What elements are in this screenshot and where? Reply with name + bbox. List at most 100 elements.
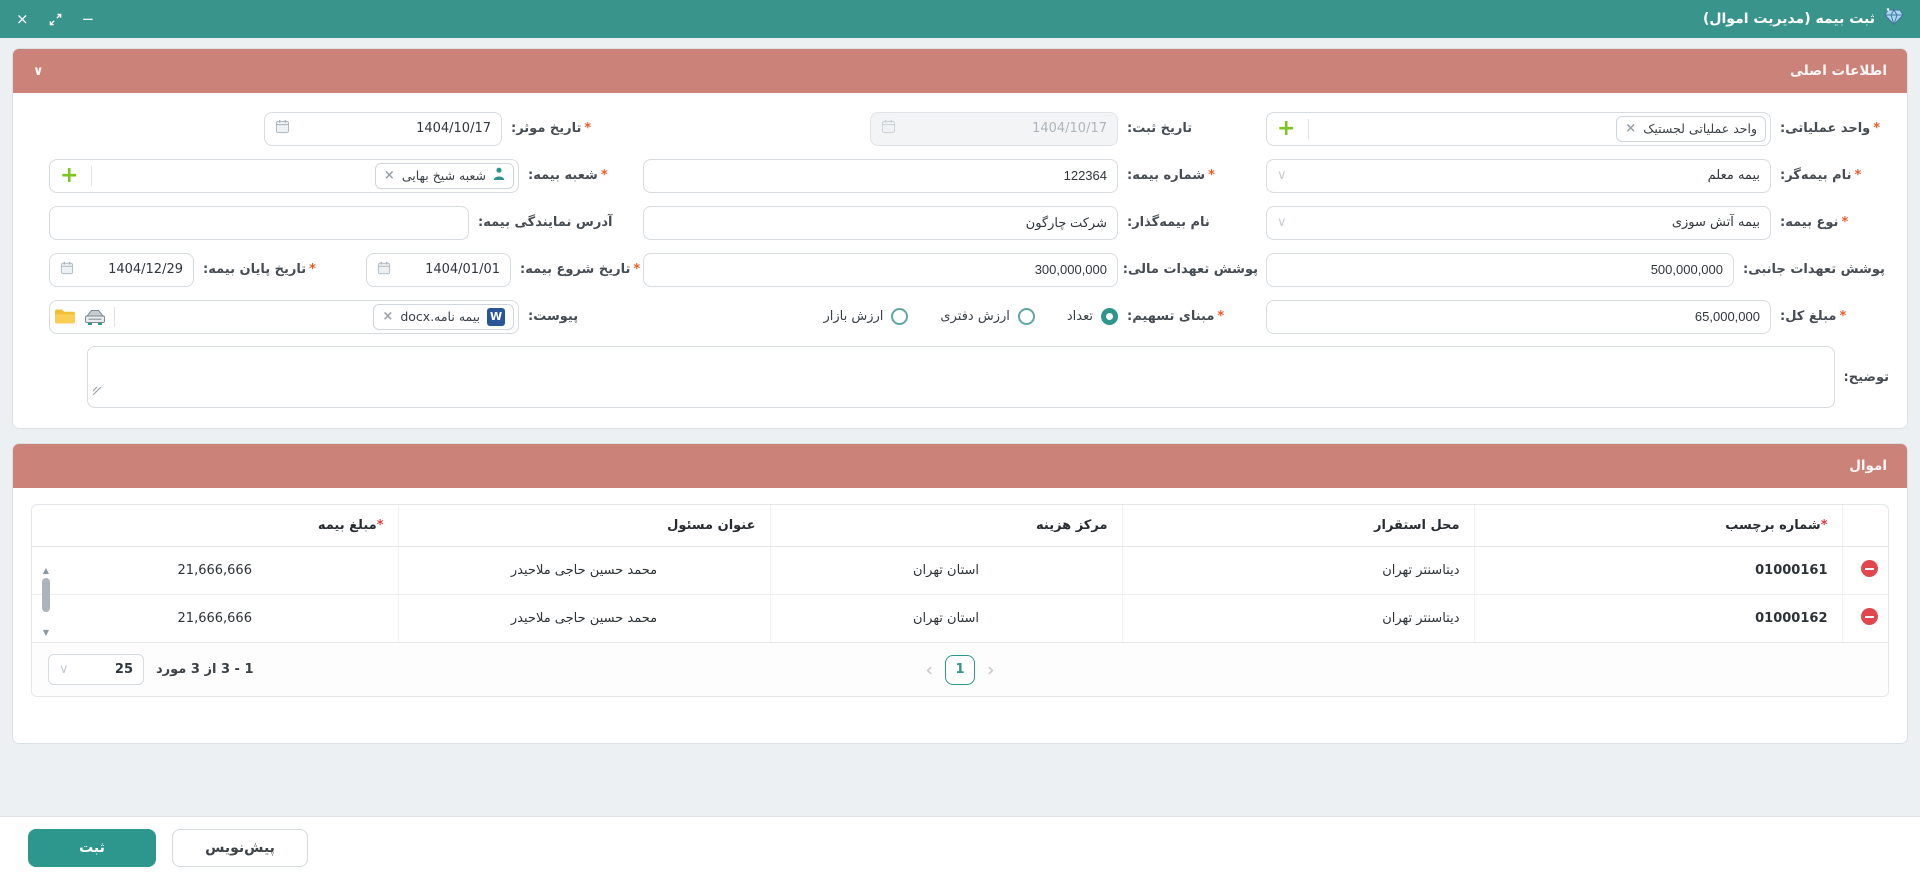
remove-row-icon[interactable] <box>1861 560 1878 577</box>
maximize-icon[interactable] <box>49 13 62 26</box>
tag-number-cell: 01000162 <box>1473 594 1842 642</box>
assets-table-header-row: *شماره برچسب محل استقرار مرکز هزینه عنوا… <box>32 505 1888 547</box>
calendar-icon[interactable] <box>60 261 74 279</box>
page-size-value: 25 <box>114 662 133 677</box>
col-cost-center: مرکز هزینه <box>769 505 1122 547</box>
insurer-name-value: بیمه معلم <box>1707 168 1760 183</box>
radio-market-value[interactable]: ارزش بازار <box>824 308 909 325</box>
chevron-down-icon: ∨ <box>1277 168 1287 183</box>
folder-icon[interactable] <box>54 308 76 325</box>
scrollbar-thumb[interactable] <box>42 578 50 612</box>
insurer-name-select[interactable]: بیمه معلم ∨ <box>1266 158 1771 193</box>
responsible-cell: محمد حسین حاجی ملاحیدر <box>397 546 770 595</box>
window-titlebar: ثبت بیمه (مدیریت اموال) × − <box>0 0 1920 38</box>
close-icon[interactable]: × <box>16 11 29 27</box>
description-textarea[interactable] <box>87 346 1835 408</box>
operational-unit-multiselect[interactable]: واحد عملیاتی لجستیک × + <box>1266 111 1771 146</box>
form-row-description: توضیح: <box>31 346 1889 408</box>
insurance-type-select[interactable]: بیمه آتش سوزی ∨ <box>1266 205 1771 240</box>
scroll-up-icon[interactable]: ▲ <box>43 567 49 575</box>
table-row: 01000162 دیتاسنتر تهران استان تهران محمد… <box>32 594 1888 642</box>
start-date-value: 1404/01/01 <box>425 262 500 277</box>
resize-grip-icon[interactable] <box>92 385 102 400</box>
insurance-branch-multiselect[interactable]: شعبه شیخ بهایی × + <box>49 158 519 193</box>
scanner-icon[interactable] <box>83 308 107 326</box>
minimize-icon[interactable]: − <box>82 11 95 27</box>
scroll-down-icon[interactable]: ▼ <box>43 629 49 637</box>
pagination-info: 1 - 3 از 3 مورد 25 ∨ <box>48 654 253 685</box>
window-controls: × − <box>16 11 95 27</box>
policyholder-name-input[interactable] <box>643 205 1118 240</box>
insurance-branch-chip-label: شعبه شیخ بهایی <box>401 168 486 183</box>
assets-card: اموال ▲ ▼ *شماره برچسب محل استقرار مرکز … <box>12 443 1908 744</box>
insurer-name-label: *نام بیمه‌گر: <box>1780 168 1862 183</box>
radio-count[interactable]: تعداد <box>1067 308 1118 325</box>
required-mark: * <box>1820 518 1828 533</box>
assets-header[interactable]: اموال <box>13 444 1907 488</box>
policyholder-name-group: نام بیمه‌گذار: <box>643 205 1258 240</box>
radio-book-value-label: ارزش دفتری <box>940 309 1010 324</box>
current-page-button[interactable]: 1 <box>945 654 975 685</box>
radio-dot[interactable] <box>1017 308 1035 325</box>
page-content: اطلاعات اصلی ∨ *واحد عملیاتی: واحد عملیا… <box>0 38 1920 816</box>
end-date-input[interactable]: 1404/12/29 <box>49 252 194 287</box>
person-icon <box>493 167 505 184</box>
tag-number-cell: 01000161 <box>1473 546 1842 595</box>
effective-date-value: 1404/10/17 <box>416 121 491 136</box>
remove-row-icon[interactable] <box>1861 608 1878 625</box>
table-row: 01000161 دیتاسنتر تهران استان تهران محمد… <box>32 546 1888 595</box>
chevron-down-icon: ∨ <box>59 662 69 677</box>
prev-page-icon[interactable]: ‹ <box>923 659 935 681</box>
next-page-icon[interactable]: › <box>985 659 997 681</box>
required-mark: * <box>1873 121 1881 136</box>
add-operational-unit-button[interactable]: + <box>1271 117 1301 140</box>
insurance-number-input[interactable] <box>643 158 1118 193</box>
calendar-icon <box>881 119 896 138</box>
add-insurance-branch-button[interactable]: + <box>54 164 84 187</box>
page-size-select[interactable]: 25 ∨ <box>48 654 144 685</box>
register-date-group: تاریخ ثبت: 1404/10/17 <box>870 111 1258 146</box>
effective-date-input[interactable]: 1404/10/17 <box>264 111 502 146</box>
form-row-4: پوشش تعهدات جانبی: پوشش تعهدات مالی: *تا… <box>31 252 1889 287</box>
required-mark: * <box>584 121 592 136</box>
insurance-amount-cell: 21,666,666 <box>32 546 398 595</box>
chevron-down-icon: ∨ <box>1277 215 1287 230</box>
collateral-coverage-input[interactable] <box>1266 252 1734 287</box>
financial-coverage-label: پوشش تعهدات مالی: <box>1122 262 1258 277</box>
insurance-amount-cell: 21,666,666 <box>177 611 252 626</box>
calendar-icon[interactable] <box>275 119 290 138</box>
total-amount-input[interactable] <box>1266 299 1771 334</box>
agency-address-input[interactable] <box>49 205 469 240</box>
main-info-header[interactable]: اطلاعات اصلی ∨ <box>13 49 1907 93</box>
insurance-number-label: *شماره بیمه: <box>1127 168 1215 183</box>
attachment-field[interactable]: W بیمه نامه.docx × <box>49 299 519 334</box>
form-row-2: *نام بیمه‌گر: بیمه معلم ∨ *شماره بیمه: *… <box>31 158 1889 193</box>
start-date-input[interactable]: 1404/01/01 <box>366 252 511 287</box>
end-date-label: *تاریخ پایان بیمه: <box>203 262 316 277</box>
chip-remove-icon[interactable]: × <box>382 309 393 324</box>
chip-remove-icon[interactable]: × <box>384 168 395 183</box>
col-location: محل استقرار <box>1121 505 1474 547</box>
policyholder-name-label: نام بیمه‌گذار: <box>1127 215 1210 230</box>
chip-remove-icon[interactable]: × <box>1625 121 1636 136</box>
draft-button[interactable]: پیش‌نویس <box>172 828 308 867</box>
collapse-chevron-icon[interactable]: ∨ <box>33 64 44 79</box>
attachment-label: پیوست: <box>528 309 579 324</box>
insurance-branch-group: *شعبه بیمه: شعبه شیخ بهایی × + <box>49 158 608 193</box>
end-date-group: *تاریخ پایان بیمه: 1404/12/29 <box>49 252 316 287</box>
calendar-icon[interactable] <box>377 261 391 279</box>
required-mark: * <box>1217 309 1225 324</box>
submit-button[interactable]: ثبت <box>28 828 156 867</box>
radio-dot[interactable] <box>1101 308 1118 325</box>
radio-book-value[interactable]: ارزش دفتری <box>940 308 1035 325</box>
financial-coverage-input[interactable] <box>643 252 1118 287</box>
insurance-type-value: بیمه آتش سوزی <box>1671 215 1760 230</box>
required-mark: * <box>1208 168 1215 183</box>
radio-dot[interactable] <box>891 308 909 325</box>
row-remove-cell <box>1841 546 1888 595</box>
effective-date-group: *تاریخ موثر: 1404/10/17 <box>264 111 592 146</box>
divider <box>1308 118 1310 139</box>
cost-center-cell: استان تهران <box>769 594 1122 642</box>
agency-address-group: آدرس نمایندگی بیمه: <box>49 205 612 240</box>
assets-grid: ▲ ▼ *شماره برچسب محل استقرار مرکز هزینه … <box>31 504 1889 697</box>
